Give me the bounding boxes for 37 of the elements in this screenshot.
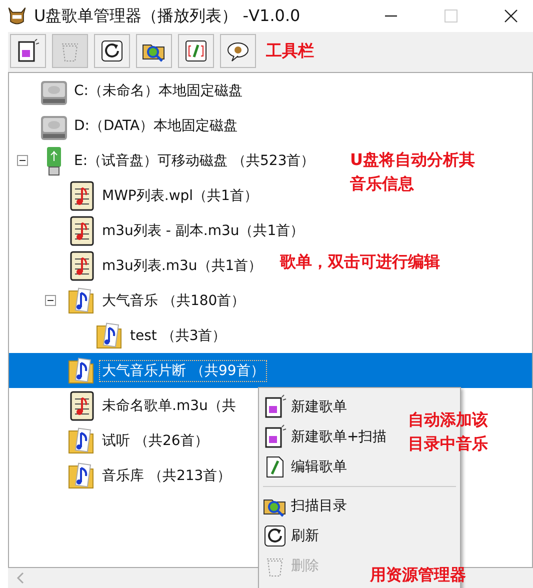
annotation-text: 用资源管理器 xyxy=(370,564,466,586)
tree-item[interactable]: 大气音乐 （共180首） xyxy=(100,290,248,310)
tree-item[interactable]: E:（试音盘）可移动磁盘 （共523首） xyxy=(72,150,317,170)
toolbar-annotation: 工具栏 xyxy=(266,40,314,62)
annotation-text: U盘将自动分析其 音乐信息 xyxy=(350,149,475,195)
refresh-icon xyxy=(100,39,124,63)
annotation-text: 自动添加该 目录中音乐 xyxy=(408,409,488,455)
refresh-button[interactable] xyxy=(94,34,130,68)
menu-item[interactable]: 新建歌单+扫描 xyxy=(259,422,391,452)
annotation-text: 歌单，双击可进行编辑 xyxy=(280,251,440,273)
window-title: U盘歌单管理器（播放列表） -V1.0.0 xyxy=(34,6,300,26)
edit-icon xyxy=(184,39,208,63)
edit-button[interactable] xyxy=(178,34,214,68)
tree-item[interactable]: m3u列表.m3u（共1首） xyxy=(100,256,264,276)
tree-item[interactable]: test （共3首） xyxy=(128,326,228,346)
tree-item[interactable]: m3u列表 - 副本.m3u（共1首） xyxy=(100,220,306,240)
new-playlist-icon xyxy=(263,394,287,420)
collapse-toggle-icon[interactable] xyxy=(17,155,28,166)
new-playlist-icon xyxy=(16,39,40,63)
collapse-toggle-icon[interactable] xyxy=(45,295,56,306)
menu-item[interactable]: 编辑歌单 xyxy=(259,452,351,482)
refresh-icon xyxy=(263,523,287,549)
tree-item[interactable]: 试听 （共26首） xyxy=(100,430,210,450)
tree-item[interactable]: 大气音乐片断 （共99首） xyxy=(100,360,266,380)
menu-item[interactable]: 新建歌单 xyxy=(259,392,351,422)
tree-item[interactable]: MWP列表.wpl（共1首） xyxy=(100,186,260,206)
menu-item[interactable]: 扫描目录 xyxy=(259,491,351,521)
new-playlist-icon xyxy=(263,424,287,450)
new-playlist-button[interactable] xyxy=(10,34,46,68)
menu-item[interactable]: 刷新 xyxy=(259,521,323,551)
tree-item[interactable]: C:（未命名）本地固定磁盘 xyxy=(72,80,244,100)
scan-button[interactable] xyxy=(136,34,172,68)
close-icon[interactable] xyxy=(503,8,519,24)
tree-item[interactable]: D:（DATA）本地固定磁盘 xyxy=(72,116,240,136)
about-button[interactable] xyxy=(220,34,256,68)
tree-item[interactable]: 未命名歌单.m3u（共 xyxy=(100,396,238,416)
tree-item[interactable]: 音乐库 （共213首） xyxy=(100,466,234,486)
